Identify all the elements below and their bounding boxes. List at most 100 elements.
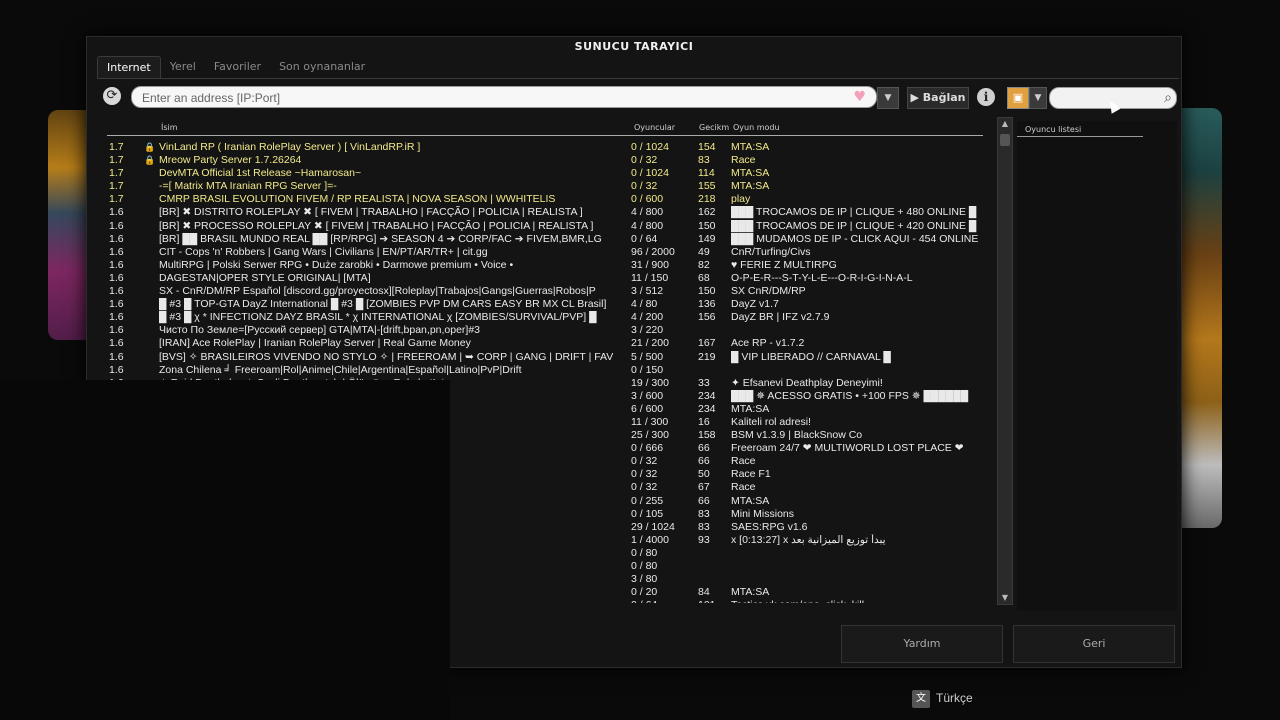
refresh-icon[interactable]: ⟳ xyxy=(103,87,121,105)
server-row[interactable]: 1.6 MultiRPG | Polski Serwer RPG • Duże z… xyxy=(107,259,987,272)
server-players: 0 / 32 xyxy=(631,455,658,468)
server-players: 0 / 1024 xyxy=(631,141,669,153)
server-name: VinLand RP ( Iranian RolePlay Server ) [… xyxy=(159,141,421,153)
server-row[interactable]: 1.6 [BR] ✖ DISTRITO ROLEPLAY ✖ [ FIVEM | … xyxy=(107,206,987,219)
server-ping: 158 xyxy=(698,429,716,442)
filter-icon[interactable]: ▣ xyxy=(1007,87,1029,109)
tab-internet[interactable]: Internet xyxy=(97,56,161,79)
server-mode: █ VIP LIBERADO // CARNAVAL █ xyxy=(731,350,891,363)
server-mode: x [0:13:27] x يبدأ توزيع الميزانية بعد xyxy=(731,533,886,546)
server-ping: 101 xyxy=(698,599,728,603)
server-mode: Tactics vk.com/one_click_kill xyxy=(731,599,987,603)
tab-divider xyxy=(97,78,1179,79)
server-players: 0 / 255 xyxy=(631,494,664,507)
server-ping: 82 xyxy=(698,258,710,271)
server-row[interactable]: 1.7 🔒 VinLand RP ( Iranian RolePlay Server… xyxy=(107,141,987,154)
server-ping: 219 xyxy=(698,350,716,363)
overlay-shadow xyxy=(0,380,450,720)
server-row[interactable]: 1.6 █ #3 █ TOP-GTA DayZ International █ #… xyxy=(107,298,987,311)
server-name: Zona Chilena ╛ Freeroam|Rol|Anime|Chile|… xyxy=(159,363,522,376)
tab-recently-played[interactable]: Son oynananlar xyxy=(270,56,374,78)
lock-icon: 🔒 xyxy=(144,142,156,152)
server-players: 0 / 1024 xyxy=(631,167,669,180)
tab-bar: Internet Yerel Favoriler Son oynananlar xyxy=(97,56,374,79)
server-row[interactable]: 1.7 CMRP BRASIL EVOLUTION FIVEM / RP REAL… xyxy=(107,193,987,206)
server-row[interactable]: 1.6 Zona Chilena ╛ Freeroam|Rol|Anime|Chi… xyxy=(107,364,987,377)
server-ping: 150 xyxy=(698,219,716,232)
server-name: [BVS] ✧ BRASILEIROS VIVENDO NO STYLO ✧ |… xyxy=(159,350,614,363)
scroll-thumb[interactable] xyxy=(1000,134,1010,146)
search-icon[interactable]: ⌕ xyxy=(1164,88,1172,108)
server-ping: 66 xyxy=(698,494,710,507)
server-mode: MTA:SA xyxy=(731,402,770,415)
column-header-ping[interactable]: Gecikm xyxy=(699,123,729,132)
scroll-up-icon[interactable]: ▲ xyxy=(998,118,1012,130)
server-list-scrollbar[interactable]: ▲ ▼ xyxy=(997,117,1013,605)
server-players: 0 / 64 xyxy=(631,599,693,603)
server-ping: 66 xyxy=(698,455,710,468)
server-mode: Race F1 xyxy=(731,468,771,481)
server-name: [BR] ██ BRASIL MUNDO REAL ██ [RP/RPG] ➔ … xyxy=(159,232,602,245)
server-players: 0 / 64 xyxy=(631,232,658,245)
server-row[interactable]: 1.6 █ #3 █ χ * INFECTIONZ DAYZ BRASIL * χ… xyxy=(107,311,987,324)
server-ping: 136 xyxy=(698,298,716,311)
server-name: [IRAN] Ace RolePlay | Iranian RolePlay S… xyxy=(159,337,471,350)
server-version: 1.7 xyxy=(109,167,124,180)
search-input[interactable] xyxy=(1056,89,1156,109)
server-ping: 154 xyxy=(698,141,716,153)
tab-local[interactable]: Yerel xyxy=(161,56,205,78)
help-button[interactable]: Yardım xyxy=(841,625,1003,663)
server-players: 4 / 800 xyxy=(631,219,664,232)
address-history-dropdown[interactable]: ▼ xyxy=(877,87,899,109)
server-mode: ███ MUDAMOS DE IP - CLICK AQUI - 454 ONL… xyxy=(731,232,979,245)
server-row[interactable]: 1.6 [IRAN] Ace RolePlay | Iranian RolePla… xyxy=(107,337,987,350)
server-version: 1.7 xyxy=(109,180,124,193)
server-row[interactable]: 1.6 CIT - Cops 'n' Robbers | Gang Wars | … xyxy=(107,246,987,259)
column-header-mode[interactable]: Oyun modu xyxy=(733,123,780,132)
server-row[interactable]: 1.6 DAGESTAN|OPER STYLE ORIGINAL| [MTA] 11… xyxy=(107,272,987,285)
server-mode: Race xyxy=(731,154,756,167)
server-row[interactable]: 1.7 -=[ Matrix MTA Iranian RPG Server ]=-… xyxy=(107,180,987,193)
server-ping: 49 xyxy=(698,245,710,258)
server-row[interactable]: 1.6 [BR] ██ BRASIL MUNDO REAL ██ [RP/RPG]… xyxy=(107,233,987,246)
language-selector[interactable]: 文 Türkçe xyxy=(912,690,973,708)
server-row[interactable]: 1.6 SX - CnR/DM/RP Español [discord.gg/pr… xyxy=(107,285,987,298)
server-ping: 162 xyxy=(698,206,716,219)
server-version: 1.7 xyxy=(109,193,124,206)
server-row[interactable]: 1.6 [BVS] ✧ BRASILEIROS VIVENDO NO STYLO … xyxy=(107,351,987,364)
server-name: █ #3 █ TOP-GTA DayZ International █ #3 █… xyxy=(159,298,607,311)
server-ping: 114 xyxy=(698,167,715,180)
server-mode: O-P-E-R---S-T-Y-L-E---O-R-I-G-I-N-A-L xyxy=(731,271,913,284)
server-mode: ✦ Efsanevi Deathplay Deneyimi! xyxy=(731,376,883,389)
scroll-down-icon[interactable]: ▼ xyxy=(998,592,1012,604)
server-name: Чисто По Земле=[Русский сервер] GTA|MTA|… xyxy=(159,324,481,337)
server-row[interactable]: 1.6 [BR] ✖ PROCESSO ROLEPLAY ✖ [ FIVEM | … xyxy=(107,220,987,233)
server-ping: 93 xyxy=(698,533,710,546)
favorite-heart-icon[interactable]: ♥ xyxy=(853,88,866,106)
server-row[interactable]: 1.6 Чисто По Земле=[Русский сервер] GTA|M… xyxy=(107,324,987,337)
back-button[interactable]: Geri xyxy=(1013,625,1175,663)
server-players: 11 / 300 xyxy=(631,415,669,428)
server-mode: SAES:RPG v1.6 xyxy=(731,520,808,533)
server-players: 25 / 300 xyxy=(631,429,669,442)
server-players: 0 / 20 xyxy=(631,586,658,599)
connect-button[interactable]: ▶ Bağlan xyxy=(907,87,969,109)
server-ping: 83 xyxy=(698,520,710,533)
server-players: 0 / 105 xyxy=(631,507,664,520)
server-row[interactable]: 1.7 DevMTA Official 1st Release ~Hamarosa… xyxy=(107,167,987,180)
server-version: 1.7 xyxy=(109,141,124,153)
info-icon[interactable]: i xyxy=(977,88,995,106)
server-row[interactable]: 1.7 🔒 Mreow Party Server 1.7.26264 0 / 32 83… xyxy=(107,154,987,167)
server-players: 3 / 512 xyxy=(631,285,664,298)
server-name: -=[ Matrix MTA Iranian RPG Server ]=- xyxy=(159,180,337,193)
address-field-container: ♥ xyxy=(131,86,877,108)
column-header-name[interactable]: İsim xyxy=(161,123,178,132)
server-name: SX - CnR/DM/RP Español [discord.gg/proye… xyxy=(159,285,596,298)
filter-dropdown[interactable]: ▼ xyxy=(1029,87,1047,109)
column-header-players[interactable]: Oyuncular xyxy=(634,123,675,132)
server-players: 4 / 800 xyxy=(631,206,664,219)
server-version: 1.6 xyxy=(109,363,124,376)
tab-favorites[interactable]: Favoriler xyxy=(205,56,270,78)
address-input[interactable] xyxy=(140,88,844,108)
server-players: 29 / 1024 xyxy=(631,520,675,533)
